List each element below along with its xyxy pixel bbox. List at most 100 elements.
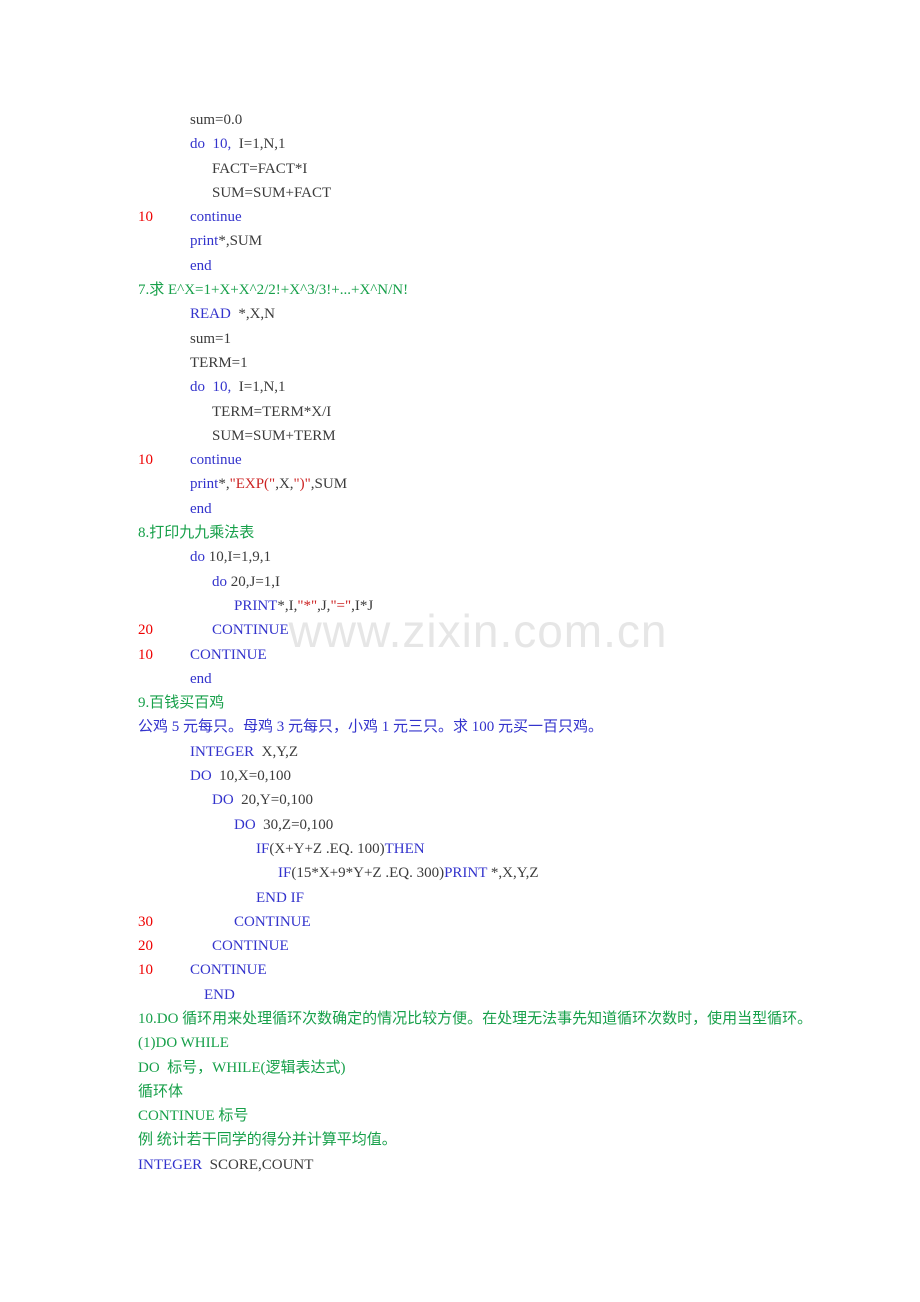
code-token: 20,J=1,I [230,573,281,590]
statement-label: 10 [138,962,153,979]
code-token: *,SUM [218,233,263,250]
code-token: SUM=SUM+FACT [212,184,332,201]
code-line: END IF [138,886,898,910]
code-line: 8.打印九九乘法表 [138,521,898,545]
code-line: IF(X+Y+Z .EQ. 100)THEN [138,837,898,861]
code-token: X,Y,Z [257,743,299,760]
code-token: "EXP(" [229,476,276,493]
code-token: end [190,500,212,517]
code-line: 10 CONTINUE [138,958,898,982]
code-token: CONTINUE [212,938,289,955]
code-line: 例 统计若干同学的得分并计算平均值。 [138,1128,898,1152]
code-token: ,J, [317,597,331,614]
code-token: 循环体 [138,1083,184,1100]
code-line: do 10,I=1,9,1 [138,545,898,569]
code-line: END [138,983,898,1007]
document-body: sum=0.0 do 10, I=1,N,1 FACT=FACT*I SUM=SUM+… [138,108,898,1177]
code-line: TERM=TERM*X/I [138,400,898,424]
code-line: do 10, I=1,N,1 [138,375,898,399]
code-line: 10 continue [138,205,898,229]
code-line: 10 CONTINUE [138,643,898,667]
code-line: 20 CONTINUE [138,618,898,642]
code-line: 30 CONTINUE [138,910,898,934]
code-token: THEN [384,840,425,857]
code-line: INTEGER SCORE,COUNT [138,1153,898,1177]
code-line: 9.百钱买百鸡 [138,691,898,715]
code-token: DO [190,768,216,785]
code-token: FACT=FACT*I [212,160,308,177]
code-token: 20,Y=0,100 [237,792,313,809]
code-token: 7.求 E^X=1+X+X^2/2!+X^3/3!+...+X^N/N! [138,282,409,299]
code-line: DO 20,Y=0,100 [138,788,898,812]
code-token: 10.DO 循环用来处理循环次数确定的情况比较方便。在处理无法事先知道循环次数时… [138,1010,813,1027]
code-line: do 20,J=1,I [138,570,898,594]
code-token: IF [278,865,292,882]
code-token: ")" [293,476,311,493]
code-token: 8.打印九九乘法表 [138,525,255,542]
statement-label: 20 [138,622,153,639]
code-token: "=" [330,597,352,614]
code-token: PRINT [444,865,491,882]
code-token: CONTINUE [190,646,267,663]
code-token: do 10, [190,136,239,153]
code-token: SUM=SUM+TERM [212,427,336,444]
code-token: 公鸡 5 元每只。母鸡 3 元每只，小鸡 1 元三只。求 100 元买一百只鸡。 [138,719,604,736]
code-token: I=1,N,1 [238,379,286,396]
code-line: 循环体 [138,1080,898,1104]
statement-label: 10 [138,209,153,226]
code-line: 10 continue [138,448,898,472]
code-token: *,I, [277,597,298,614]
code-line: (1)DO WHILE [138,1031,898,1055]
code-token: 30,Z=0,100 [259,816,334,833]
code-token: do 10, [190,379,239,396]
code-line: sum=0.0 [138,108,898,132]
code-line: sum=1 [138,327,898,351]
code-line: DO 标号，WHILE(逻辑表达式) [138,1056,898,1080]
code-token: end [190,257,212,274]
code-token: *,X,Y,Z [490,865,539,882]
code-token: TERM=1 [190,354,248,371]
code-line: 20 CONTINUE [138,934,898,958]
code-line: end [138,667,898,691]
code-line: SUM=SUM+FACT [138,181,898,205]
code-token: continue [190,452,242,469]
code-token: CONTINUE [234,913,311,930]
code-token: I=1,N,1 [238,136,286,153]
code-token: do [190,549,209,566]
code-token: print [190,233,219,250]
statement-label: 30 [138,913,153,930]
code-line: IF(15*X+9*Y+Z .EQ. 300)PRINT *,X,Y,Z [138,861,898,885]
code-token: print [190,476,219,493]
code-token: END IF [256,889,304,906]
code-line: print*,SUM [138,229,898,253]
code-token: IF [256,840,270,857]
code-line: READ *,X,N [138,302,898,326]
code-token: "*" [297,597,318,614]
code-token: PRINT [234,597,278,614]
code-token: do [212,573,231,590]
code-token: ,X, [275,476,294,493]
code-line: FACT=FACT*I [138,157,898,181]
code-line: do 10, I=1,N,1 [138,132,898,156]
code-token: ,SUM [310,476,348,493]
code-line: INTEGER X,Y,Z [138,740,898,764]
code-line: DO 30,Z=0,100 [138,813,898,837]
code-token: CONTINUE 标号 [138,1108,249,1125]
code-line: end [138,254,898,278]
code-line: TERM=1 [138,351,898,375]
code-line: print*,"EXP(",X,")",SUM [138,472,898,496]
code-token: (15*X+9*Y+Z .EQ. 300) [291,865,445,882]
code-token: INTEGER [190,743,258,760]
code-token: DO [212,792,238,809]
code-token: 10,I=1,9,1 [208,549,271,566]
code-token: sum=0.0 [190,112,243,128]
code-line: CONTINUE 标号 [138,1104,898,1128]
code-token: END [204,986,235,1003]
code-token: sum=1 [190,330,231,347]
code-token: SCORE,COUNT [205,1156,314,1173]
code-token: (1)DO WHILE [138,1035,229,1052]
code-line: PRINT*,I,"*",J,"=",I*J [138,594,898,618]
code-token: end [190,670,212,687]
code-token: DO [234,816,260,833]
code-token: *, [218,476,230,493]
